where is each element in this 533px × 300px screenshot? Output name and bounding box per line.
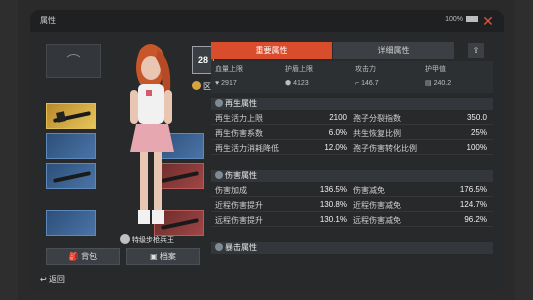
gun-icon: ⌐ [355, 80, 360, 87]
bag-button[interactable]: 🎒 背包 [46, 248, 120, 265]
title-bar: 属性 100% ✕ [30, 10, 504, 32]
attribute-window: 属性 100% ✕ ⌒ 28 特级步枪兵王 🎒 背包 ▣ 档案 ↩ 返回 重要属… [30, 10, 504, 292]
stat-attack: 攻击力 ⌐ 146.7 [355, 66, 379, 87]
main-stats: 血量上限 ♥ 2917 护盾上限 ⬢ 4123 攻击力 ⌐ 146.7 护甲值 ▤ 24… [211, 61, 493, 93]
table-row: 近程伤害提升 130.8% 近程伤害减免 124.7% [211, 197, 493, 212]
character-model [130, 44, 174, 224]
close-icon[interactable]: ✕ [480, 13, 496, 29]
stat-shield: 护盾上限 ⬢ 4123 [285, 66, 313, 87]
table-row: 伤害加成 136.5% 伤害减免 176.5% [211, 182, 493, 197]
window-title: 属性 [40, 16, 56, 25]
weapon-slot-2[interactable] [46, 163, 96, 189]
rank-icon [120, 234, 130, 244]
attribute-tabs: 重要属性 详细属性 ⇪ [211, 42, 493, 59]
shield-icon: ⬢ [285, 80, 292, 87]
table-row: 再生伤害系数 6.0% 共生恢复比例 25% [211, 125, 493, 140]
bag-icon: 🎒 [68, 252, 79, 261]
back-icon: ↩ [40, 275, 47, 284]
weapon-slot-1[interactable] [46, 103, 96, 129]
heart-icon: ♥ [215, 80, 220, 87]
section-crit: 暴击属性 [211, 242, 493, 254]
archive-icon: ▣ [150, 252, 158, 261]
hat-slot[interactable]: ⌒ [46, 44, 101, 78]
section-title: 暴击属性 [211, 242, 493, 254]
stat-armor: 护甲值 ▤ 240.2 [425, 66, 452, 87]
rank-title: 特级步枪兵王 [120, 234, 174, 245]
tab-detail-attributes[interactable]: 详细属性 [333, 42, 454, 59]
crit-icon [215, 243, 223, 251]
battery-icon [466, 16, 478, 23]
gear-slot-chest[interactable] [46, 133, 96, 159]
archive-button[interactable]: ▣ 档案 [126, 248, 200, 265]
battery-status: 100% [445, 16, 478, 23]
section-damage: 伤害属性 伤害加成 136.5% 伤害减免 176.5% 近程伤害提升 130.8% … [211, 170, 493, 227]
damage-icon [215, 171, 223, 179]
zone-icon [192, 81, 201, 90]
screen: 属性 100% ✕ ⌒ 28 特级步枪兵王 🎒 背包 ▣ 档案 ↩ 返回 重要属… [0, 0, 533, 300]
armor-icon: ▤ [425, 80, 432, 87]
section-title: 伤害属性 [211, 170, 493, 182]
stat-hp: 血量上限 ♥ 2917 [215, 66, 243, 87]
gear-slot-boots[interactable] [46, 210, 96, 236]
section-title: 再生属性 [211, 98, 493, 110]
table-row: 远程伤害提升 130.1% 远程伤害减免 96.2% [211, 212, 493, 227]
back-button[interactable]: ↩ 返回 [40, 274, 65, 285]
section-regen: 再生属性 再生活力上限 2100 孢子分裂指数 350.0 再生伤害系数 6.0% 共… [211, 98, 493, 155]
regen-icon [215, 99, 223, 107]
table-row: 再生活力消耗降低 12.0% 孢子伤害转化比例 100% [211, 140, 493, 155]
tab-main-attributes[interactable]: 重要属性 [211, 42, 332, 59]
share-icon[interactable]: ⇪ [468, 43, 484, 58]
table-row: 再生活力上限 2100 孢子分裂指数 350.0 [211, 110, 493, 125]
